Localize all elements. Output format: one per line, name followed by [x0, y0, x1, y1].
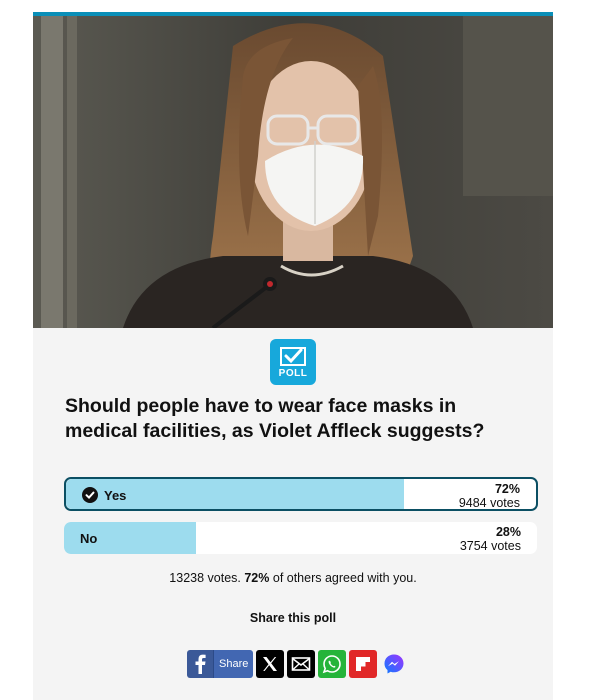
photo-illustration [33, 16, 553, 328]
x-share-button[interactable] [256, 650, 285, 678]
option-percent: 72% [494, 482, 520, 496]
share-buttons: Share [187, 650, 408, 678]
flipboard-share-button[interactable] [349, 650, 378, 678]
facebook-share-button[interactable]: Share [187, 650, 254, 678]
poll-option-no[interactable]: No 28% 3754 votes [64, 522, 537, 554]
email-icon [292, 657, 311, 671]
option-percent: 28% [495, 525, 521, 539]
poll-summary: 13238 votes. 72% of others agreed with y… [33, 571, 553, 585]
whatsapp-icon [323, 655, 342, 674]
poll-card: POLL Should people have to wear face mas… [33, 12, 553, 700]
facebook-icon [187, 650, 213, 678]
check-circle-icon [82, 487, 98, 503]
flipboard-icon [356, 657, 371, 671]
email-share-button[interactable] [287, 650, 316, 678]
poll-question: Should people have to wear face masks in… [65, 395, 485, 442]
option-label: Yes [104, 488, 127, 503]
summary-total: 13238 votes. [169, 571, 245, 585]
summary-percent: 72% [244, 571, 270, 585]
poll-badge: POLL [270, 339, 316, 385]
poll-badge-label: POLL [278, 368, 308, 379]
poll-option-yes[interactable]: Yes 72% 9484 votes [64, 477, 538, 511]
facebook-share-label: Share [213, 650, 254, 678]
messenger-icon [384, 654, 404, 674]
article-photo [33, 16, 553, 328]
option-votes: 3754 votes [459, 539, 521, 553]
whatsapp-share-button[interactable] [318, 650, 347, 678]
summary-text: of others agreed with you. [269, 571, 417, 585]
x-icon [263, 657, 278, 671]
messenger-share-button[interactable] [380, 650, 408, 678]
option-votes: 9484 votes [458, 496, 520, 510]
share-title: Share this poll [249, 611, 337, 625]
option-label: No [80, 531, 98, 546]
